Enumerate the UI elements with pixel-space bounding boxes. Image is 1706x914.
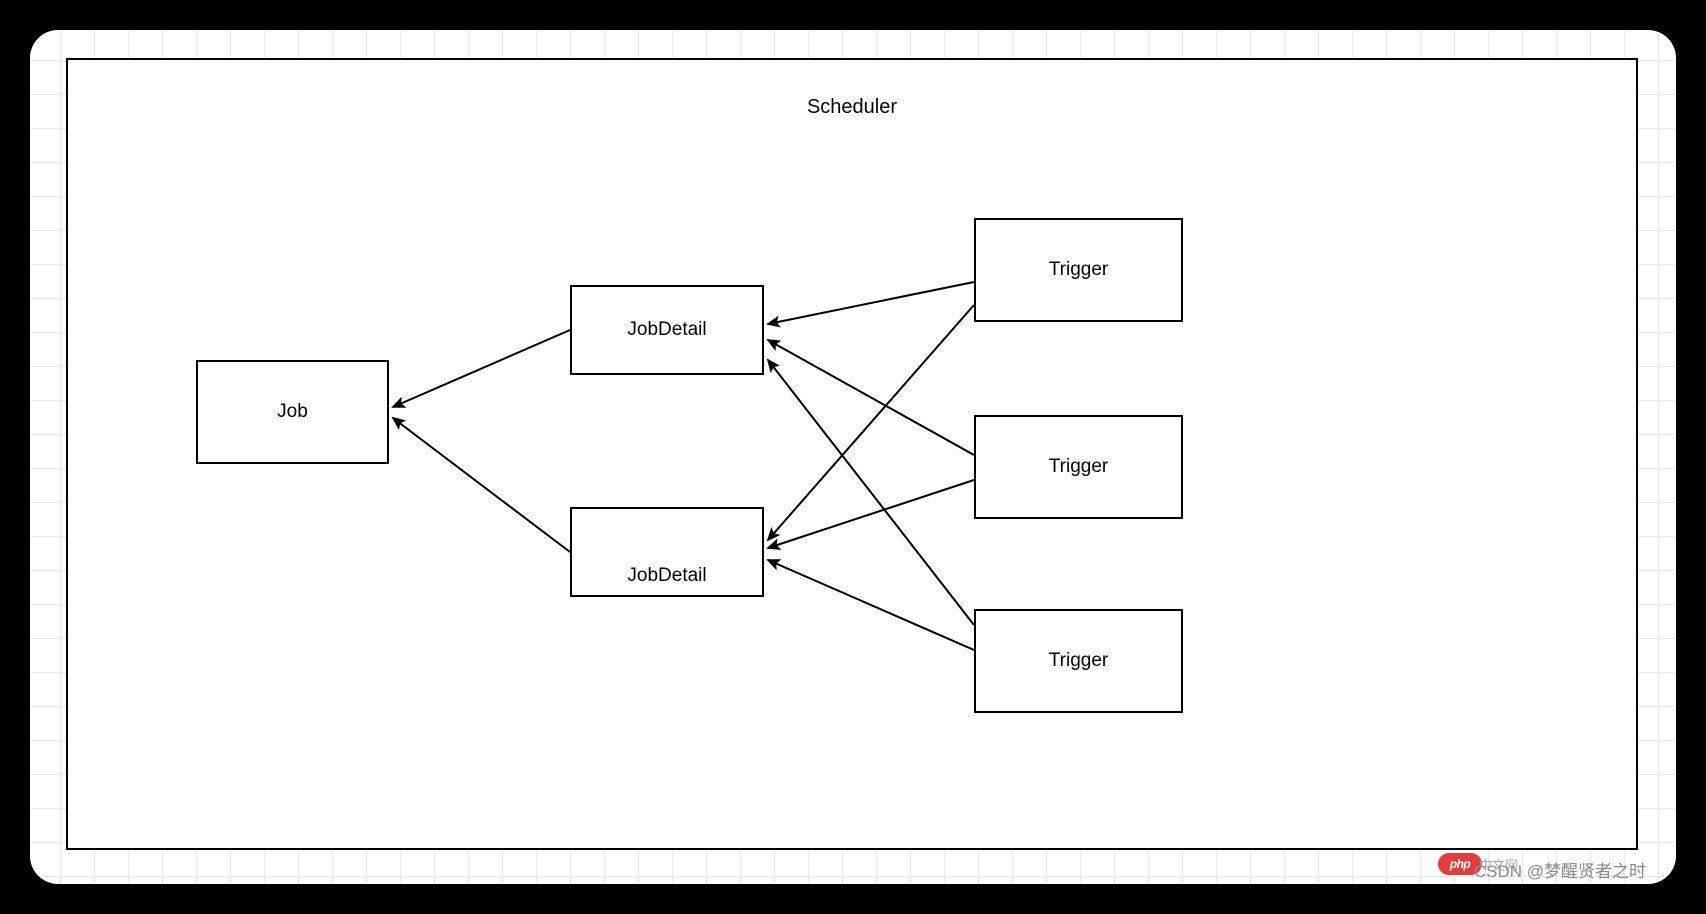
edge-t2-jd1: [768, 340, 974, 455]
edge-t1-jd1: [768, 282, 974, 324]
edge-t3-jd2: [768, 560, 974, 650]
scheduler-title: Scheduler: [68, 96, 1636, 119]
node-trigger-2-label: Trigger: [1049, 456, 1108, 478]
scheduler-container: Scheduler Job JobDetail JobDetail Trigge…: [66, 58, 1638, 850]
node-jobdetail-2-label: JobDetail: [627, 565, 706, 587]
diagram-frame: Scheduler Job JobDetail JobDetail Trigge…: [30, 30, 1676, 884]
node-jobdetail-1: JobDetail: [570, 285, 764, 375]
node-job-label: Job: [277, 401, 308, 423]
node-job: Job: [196, 360, 389, 464]
node-trigger-3-label: Trigger: [1049, 650, 1108, 672]
edge-t2-jd2: [768, 480, 974, 548]
node-trigger-2: Trigger: [974, 415, 1183, 519]
node-jobdetail-2: JobDetail: [570, 507, 764, 597]
csdn-watermark: CSDN @梦醒贤者之时: [1474, 857, 1646, 882]
edge-t3-jd1: [768, 360, 974, 625]
edge-t1-jd2: [768, 305, 974, 540]
node-trigger-1: Trigger: [974, 218, 1183, 322]
node-jobdetail-1-label: JobDetail: [627, 319, 706, 341]
edge-jd2-job: [393, 418, 570, 552]
node-trigger-3: Trigger: [974, 609, 1183, 713]
edge-jd1-job: [393, 330, 570, 407]
node-trigger-1-label: Trigger: [1049, 259, 1108, 281]
